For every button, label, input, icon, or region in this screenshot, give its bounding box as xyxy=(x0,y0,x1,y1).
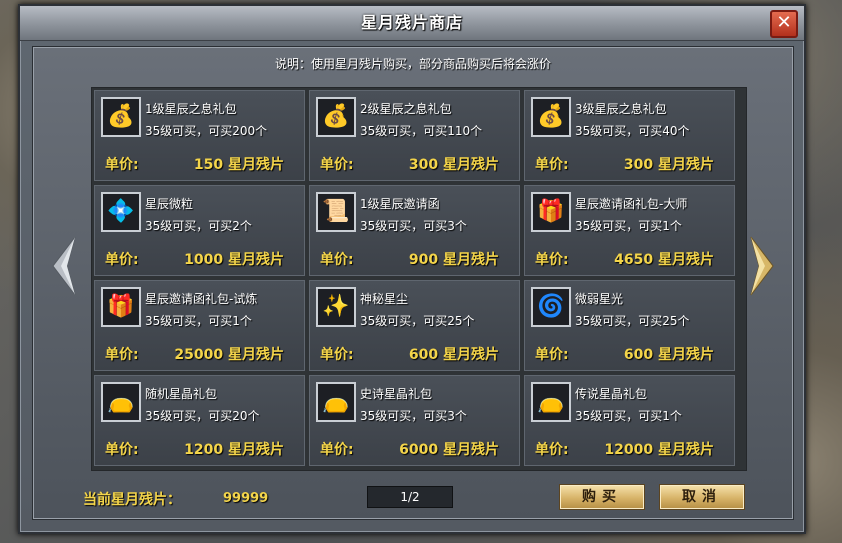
item-price: 900 星月残片 xyxy=(408,252,499,268)
item-limit: 35级可买，可买25个 xyxy=(575,314,690,328)
shop-item[interactable]: 🎁 星辰邀请函礼包-试炼 35级可买，可买1个 单价: 25000 星月残片 xyxy=(94,280,305,371)
shop-item[interactable]: 🌀 微弱星光 35级可买，可买25个 单价: 600 星月残片 xyxy=(524,280,735,371)
prev-page-arrow-icon[interactable] xyxy=(51,235,77,297)
item-limit: 35级可买，可买25个 xyxy=(360,314,475,328)
item-name: 星辰邀请函礼包-大师 xyxy=(575,197,688,211)
item-name: 1级星辰邀请函 xyxy=(360,197,440,211)
crystal-pouch-icon[interactable]: 👝 xyxy=(101,382,141,422)
shop-item[interactable]: 💰 2级星辰之息礼包 35级可买，可买110个 单价: 300 星月残片 xyxy=(309,90,520,181)
item-name: 星辰微粒 xyxy=(145,197,194,211)
red-gift-box-icon[interactable]: 🎁 xyxy=(101,287,141,327)
price-label: 单价: xyxy=(535,347,569,363)
shop-window: 星月残片商店 ✕ 说明：使用星月残片购买，部分商品购买后将会涨价 💰 1级星辰之… xyxy=(18,4,806,534)
item-price: 1200 星月残片 xyxy=(184,442,284,458)
shop-item[interactable]: 💠 星辰微粒 35级可买，可买2个 单价: 1000 星月残片 xyxy=(94,185,305,276)
window-title: 星月残片商店 xyxy=(20,6,804,41)
item-name: 2级星辰之息礼包 xyxy=(360,102,452,116)
item-limit: 35级可买，可买40个 xyxy=(575,124,690,138)
item-name: 传说星晶礼包 xyxy=(575,387,648,401)
price-label: 单价: xyxy=(105,157,139,173)
item-price: 25000 星月残片 xyxy=(174,347,284,363)
item-limit: 35级可买，可买2个 xyxy=(145,219,252,233)
item-name: 神秘星尘 xyxy=(360,292,409,306)
next-page-arrow-icon[interactable] xyxy=(749,235,775,297)
item-price: 12000 星月残片 xyxy=(604,442,714,458)
item-limit: 35级可买，可买20个 xyxy=(145,409,260,423)
shop-item[interactable]: 👝 史诗星晶礼包 35级可买，可买3个 单价: 6000 星月残片 xyxy=(309,375,520,466)
item-price: 300 星月残片 xyxy=(623,157,714,173)
balance-value: 99999 xyxy=(223,491,269,506)
close-button[interactable]: ✕ xyxy=(770,10,798,38)
blue-crystal-icon[interactable]: 💠 xyxy=(101,192,141,232)
item-name: 3级星辰之息礼包 xyxy=(575,102,667,116)
item-grid: 💰 1级星辰之息礼包 35级可买，可买200个 单价: 150 星月残片 💰 2… xyxy=(91,87,747,471)
shop-item[interactable]: 👝 传说星晶礼包 35级可买，可买1个 单价: 12000 星月残片 xyxy=(524,375,735,466)
buy-button[interactable]: 购买 xyxy=(559,484,645,510)
price-label: 单价: xyxy=(105,442,139,458)
shop-item[interactable]: 📜 1级星辰邀请函 35级可买，可买3个 单价: 900 星月残片 xyxy=(309,185,520,276)
gold-bag-icon[interactable]: 💰 xyxy=(531,97,571,137)
price-label: 单价: xyxy=(105,347,139,363)
item-price: 150 星月残片 xyxy=(193,157,284,173)
shop-item[interactable]: 💰 3级星辰之息礼包 35级可买，可买40个 单价: 300 星月残片 xyxy=(524,90,735,181)
item-limit: 35级可买，可买200个 xyxy=(145,124,268,138)
price-label: 单价: xyxy=(320,252,354,268)
shop-panel: 说明：使用星月残片购买，部分商品购买后将会涨价 💰 1级星辰之息礼包 35级可买… xyxy=(32,46,794,520)
invitation-scroll-icon[interactable]: 📜 xyxy=(316,192,356,232)
price-label: 单价: xyxy=(535,157,569,173)
crystal-pouch-icon[interactable]: 👝 xyxy=(316,382,356,422)
item-limit: 35级可买，可买1个 xyxy=(145,314,252,328)
page-indicator: 1/2 xyxy=(367,486,453,508)
price-label: 单价: xyxy=(320,157,354,173)
shop-item[interactable]: ✨ 神秘星尘 35级可买，可买25个 单价: 600 星月残片 xyxy=(309,280,520,371)
item-name: 微弱星光 xyxy=(575,292,624,306)
item-price: 600 星月残片 xyxy=(623,347,714,363)
item-price: 6000 星月残片 xyxy=(399,442,499,458)
shop-notice: 说明：使用星月残片购买，部分商品购买后将会涨价 xyxy=(274,57,551,71)
crystal-pouch-icon[interactable]: 👝 xyxy=(531,382,571,422)
item-name: 星辰邀请函礼包-试炼 xyxy=(145,292,258,306)
item-price: 600 星月残片 xyxy=(408,347,499,363)
item-name: 1级星辰之息礼包 xyxy=(145,102,237,116)
golden-swirl-icon[interactable]: 🌀 xyxy=(531,287,571,327)
item-limit: 35级可买，可买3个 xyxy=(360,409,467,423)
cancel-button[interactable]: 取消 xyxy=(659,484,745,510)
price-label: 单价: xyxy=(535,442,569,458)
item-name: 史诗星晶礼包 xyxy=(360,387,433,401)
item-name: 随机星晶礼包 xyxy=(145,387,218,401)
price-label: 单价: xyxy=(535,252,569,268)
item-limit: 35级可买，可买1个 xyxy=(575,219,682,233)
price-label: 单价: xyxy=(320,347,354,363)
item-limit: 35级可买，可买3个 xyxy=(360,219,467,233)
shop-item[interactable]: 👝 随机星晶礼包 35级可买，可买20个 单价: 1200 星月残片 xyxy=(94,375,305,466)
price-label: 单价: xyxy=(105,252,139,268)
item-price: 1000 星月残片 xyxy=(184,252,284,268)
gold-bag-icon[interactable]: 💰 xyxy=(101,97,141,137)
red-gift-box-icon[interactable]: 🎁 xyxy=(531,192,571,232)
price-label: 单价: xyxy=(320,442,354,458)
blue-star-dust-icon[interactable]: ✨ xyxy=(316,287,356,327)
shop-item[interactable]: 🎁 星辰邀请函礼包-大师 35级可买，可买1个 单价: 4650 星月残片 xyxy=(524,185,735,276)
gold-bag-icon[interactable]: 💰 xyxy=(316,97,356,137)
item-limit: 35级可买，可买110个 xyxy=(360,124,483,138)
item-price: 300 星月残片 xyxy=(408,157,499,173)
balance-label: 当前星月残片： xyxy=(83,492,181,508)
item-limit: 35级可买，可买1个 xyxy=(575,409,682,423)
item-price: 4650 星月残片 xyxy=(614,252,714,268)
shop-item[interactable]: 💰 1级星辰之息礼包 35级可买，可买200个 单价: 150 星月残片 xyxy=(94,90,305,181)
